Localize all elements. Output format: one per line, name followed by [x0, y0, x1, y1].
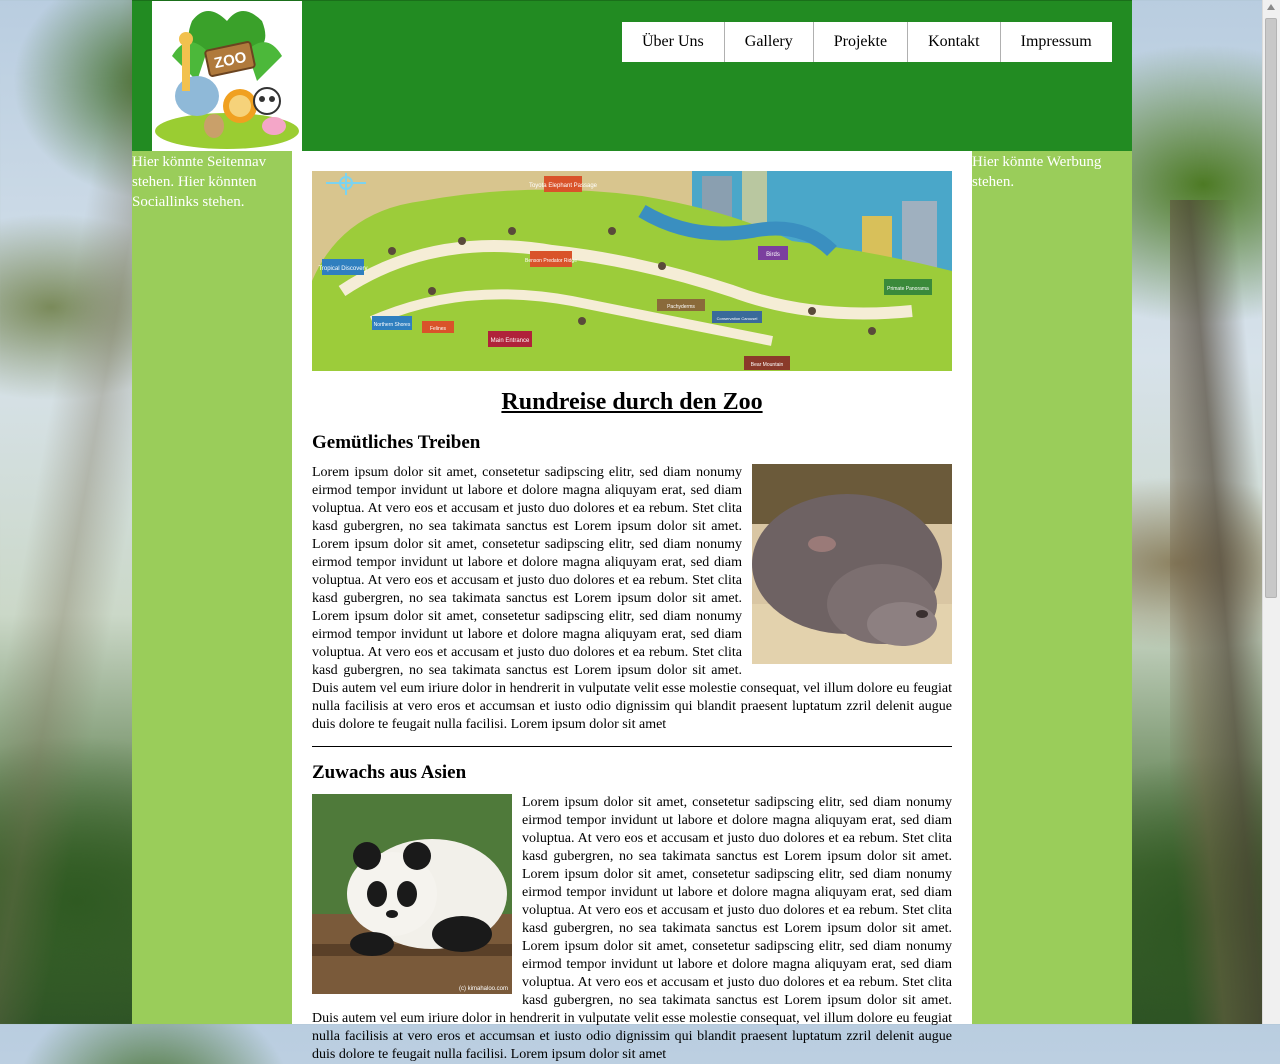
nav-impressum[interactable]: Impressum [999, 22, 1112, 62]
svg-text:Tropical Discovery: Tropical Discovery [318, 266, 367, 272]
nav-kontakt[interactable]: Kontakt [907, 22, 1000, 62]
section-heading: Gemütliches Treiben [312, 432, 481, 453]
zoo-logo-image: ZOO [155, 11, 299, 149]
vertical-scrollbar[interactable] [1262, 0, 1280, 1024]
svg-text:Benson Predator Ridge: Benson Predator Ridge [525, 258, 577, 264]
nav-gallery[interactable]: Gallery [723, 22, 813, 62]
svg-text:Northern Shores: Northern Shores [374, 322, 411, 328]
section-zuwachs-aus-asien: Zuwachs aus Asien (c) kimahaloo.com Lore… [312, 761, 952, 1064]
nav-ueber-uns[interactable]: Über Uns [622, 22, 724, 62]
sidebar-right: Hier könnte Werbung stehen. [972, 151, 1132, 1024]
sidebar-left: Hier könnte Seitennav stehen. Hier könnt… [132, 151, 292, 1024]
svg-text:Primate Panorama: Primate Panorama [887, 286, 929, 292]
section-divider [312, 746, 952, 747]
page-container: ZOO Über Uns Gallery Projekte Kontakt Im… [132, 0, 1132, 1062]
section-gemuetliches-treiben: Gemütliches Treiben Lorem ipsum dolor si… [312, 431, 952, 747]
svg-text:Conservation Carousel: Conservation Carousel [717, 316, 758, 321]
background-tree-left [0, 0, 140, 1024]
page-title: Rundreise durch den Zoo [501, 389, 763, 415]
svg-text:Birds: Birds [766, 252, 780, 258]
svg-text:Toyota Elephant Passage: Toyota Elephant Passage [529, 183, 598, 189]
sidebar-left-text: Hier könnte Seitennav stehen. Hier könnt… [132, 154, 267, 210]
svg-text:(c) kimahaloo.com: (c) kimahaloo.com [459, 986, 508, 992]
zoo-map-image: Toyota Elephant Passage Tropical Discove… [312, 171, 952, 371]
site-header: ZOO Über Uns Gallery Projekte Kontakt Im… [132, 0, 1132, 152]
sidebar-right-text: Hier könnte Werbung stehen. [972, 154, 1102, 190]
main-content: Toyota Elephant Passage Tropical Discove… [312, 171, 952, 1064]
main-navigation: Über Uns Gallery Projekte Kontakt Impres… [622, 22, 1112, 62]
hippo-image [752, 464, 952, 664]
svg-text:Bear Mountain: Bear Mountain [751, 362, 784, 368]
section-heading: Zuwachs aus Asien [312, 762, 467, 783]
nav-projekte[interactable]: Projekte [812, 22, 907, 62]
svg-text:Main Entrance: Main Entrance [491, 338, 530, 344]
panda-image: (c) kimahaloo.com [312, 794, 512, 994]
scroll-up-icon[interactable] [1267, 4, 1275, 10]
scrollbar-thumb[interactable] [1265, 18, 1277, 598]
svg-text:Pachyderms: Pachyderms [667, 304, 695, 310]
svg-text:Felines: Felines [430, 326, 447, 332]
zoo-logo[interactable]: ZOO [152, 1, 302, 152]
